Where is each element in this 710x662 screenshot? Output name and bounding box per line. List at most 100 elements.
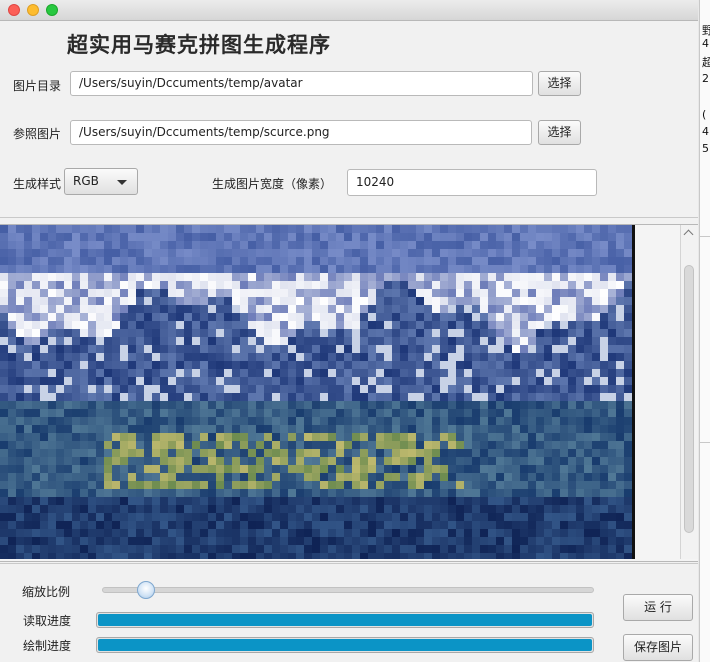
mosaic-tile (392, 249, 400, 257)
mosaic-tile (160, 441, 168, 449)
mosaic-tile (416, 345, 424, 353)
mosaic-preview-pane[interactable] (0, 224, 698, 562)
mosaic-tile (488, 273, 496, 281)
mosaic-tile (528, 329, 536, 337)
mosaic-tile (344, 481, 352, 489)
mosaic-tile (168, 289, 176, 297)
output-width-input[interactable]: 10240 (347, 169, 597, 196)
run-button[interactable]: 运 行 (623, 594, 693, 621)
mosaic-tile (88, 401, 96, 409)
mosaic-tile (552, 257, 560, 265)
mosaic-tile (256, 489, 264, 497)
reference-choose-button[interactable]: 选择 (538, 120, 581, 145)
maximize-window-button[interactable] (46, 4, 58, 16)
mosaic-tile (416, 529, 424, 537)
mosaic-tile (368, 481, 376, 489)
mosaic-tile (72, 497, 80, 505)
mosaic-tile (152, 233, 160, 241)
mosaic-tile (560, 545, 568, 553)
mosaic-tile (440, 313, 448, 321)
mosaic-tile (616, 249, 624, 257)
mosaic-tile (232, 545, 240, 553)
mosaic-tile (104, 329, 112, 337)
zoom-slider[interactable] (102, 581, 594, 599)
mosaic-tile (88, 241, 96, 249)
mosaic-tile (360, 505, 368, 513)
mosaic-tile (392, 385, 400, 393)
mosaic-tile (224, 281, 232, 289)
mosaic-tile (320, 433, 328, 441)
mosaic-tile (520, 473, 528, 481)
zoom-slider-thumb[interactable] (137, 581, 156, 599)
mosaic-tile (224, 385, 232, 393)
mosaic-tile (464, 377, 472, 385)
mosaic-tile (104, 361, 112, 369)
mosaic-tile (144, 289, 152, 297)
mosaic-tile (152, 553, 160, 559)
scroll-up-icon[interactable] (683, 229, 694, 240)
mosaic-tile (344, 401, 352, 409)
mosaic-tile (288, 225, 296, 233)
mosaic-tile (64, 433, 72, 441)
mosaic-tile (168, 401, 176, 409)
mosaic-tile (72, 305, 80, 313)
mosaic-tile (120, 513, 128, 521)
mosaic-tile (24, 241, 32, 249)
mosaic-tile (176, 417, 184, 425)
mosaic-tile (536, 265, 544, 273)
mosaic-tile (176, 353, 184, 361)
mosaic-tile (328, 297, 336, 305)
mosaic-tile (448, 225, 456, 233)
mosaic-tile (16, 225, 24, 233)
mosaic-tile (488, 297, 496, 305)
mosaic-tile (600, 545, 608, 553)
mosaic-tile (304, 257, 312, 265)
mosaic-tile (608, 329, 616, 337)
mosaic-tile (312, 273, 320, 281)
mosaic-tile (384, 537, 392, 545)
mosaic-tile (360, 489, 368, 497)
mosaic-tile (320, 417, 328, 425)
style-select[interactable]: RGB (64, 168, 138, 195)
image-dir-choose-button[interactable]: 选择 (538, 71, 581, 96)
mosaic-tile (392, 465, 400, 473)
image-dir-input[interactable]: /Users/suyin/Dccuments/temp/avatar (70, 71, 533, 96)
mosaic-tile (312, 345, 320, 353)
mosaic-tile (352, 481, 360, 489)
mosaic-tile (520, 321, 528, 329)
minimize-window-button[interactable] (27, 4, 39, 16)
mosaic-tile (392, 329, 400, 337)
mosaic-tile (472, 369, 480, 377)
mosaic-tile (96, 233, 104, 241)
mosaic-tile (64, 521, 72, 529)
mosaic-tile (112, 409, 120, 417)
mosaic-tile (32, 345, 40, 353)
mosaic-tile (272, 321, 280, 329)
reference-image-input[interactable]: /Users/suyin/Dccuments/temp/scurce.png (70, 120, 532, 145)
mosaic-tile (488, 249, 496, 257)
mosaic-tile (32, 329, 40, 337)
preview-vertical-scrollbar[interactable] (680, 225, 698, 559)
mosaic-tile (40, 545, 48, 553)
mosaic-tile (360, 417, 368, 425)
mosaic-tile (152, 505, 160, 513)
mosaic-tile (152, 353, 160, 361)
mosaic-tile (504, 513, 512, 521)
mosaic-tile (168, 489, 176, 497)
mosaic-tile (584, 241, 592, 249)
mosaic-tile (120, 321, 128, 329)
close-window-button[interactable] (8, 4, 20, 16)
mosaic-tile (504, 473, 512, 481)
mosaic-tile (200, 297, 208, 305)
mosaic-tile (64, 225, 72, 233)
mosaic-tile (624, 457, 632, 465)
mosaic-tile (536, 441, 544, 449)
mosaic-tile (168, 537, 176, 545)
mosaic-tile (488, 505, 496, 513)
save-image-button[interactable]: 保存图片 (623, 634, 693, 661)
scrollbar-thumb[interactable] (684, 265, 694, 533)
mosaic-tile (264, 225, 272, 233)
mosaic-tile (416, 265, 424, 273)
mosaic-tile (272, 553, 280, 559)
mosaic-tile (432, 505, 440, 513)
